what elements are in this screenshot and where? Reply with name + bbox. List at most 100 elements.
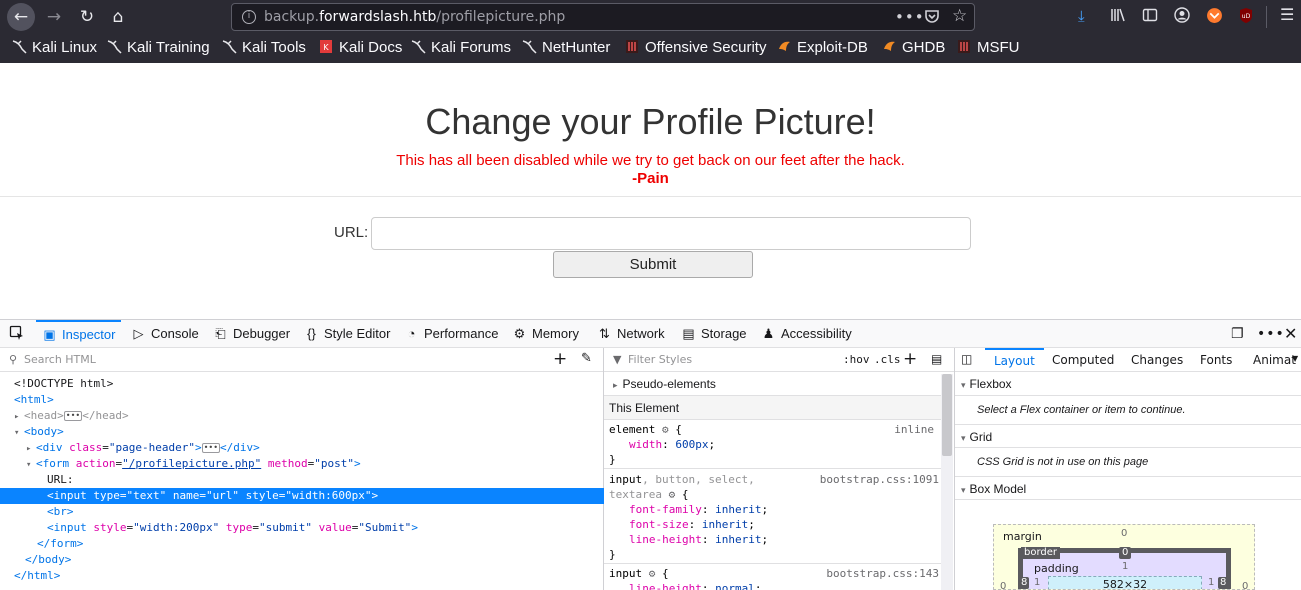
account-icon[interactable]: [1174, 7, 1190, 27]
tab-memory[interactable]: ⚙ Memory: [512, 320, 579, 348]
element-picker-icon[interactable]: [9, 320, 25, 348]
border-right-value[interactable]: 8: [1218, 577, 1229, 589]
markup-line-form-close[interactable]: </form>: [0, 536, 604, 552]
box-model-margin[interactable]: margin 0 0 0 border 0 padding 1 8 8 1 1 …: [993, 524, 1255, 590]
tab-fonts[interactable]: Fonts: [1200, 353, 1232, 367]
rule-font-size[interactable]: font-size: inherit;: [609, 517, 755, 532]
tab-accessibility[interactable]: ♟ Accessibility: [761, 320, 852, 348]
markup-line-input-submit[interactable]: <input style="width:200px" type="submit"…: [0, 520, 604, 536]
expand-triangle-icon[interactable]: ▸: [14, 409, 24, 425]
markup-line-html-close[interactable]: </html>: [0, 568, 604, 584]
grid-section-header[interactable]: ▾ Grid: [955, 424, 1301, 448]
more-options-icon[interactable]: •••: [1257, 326, 1285, 342]
submit-button[interactable]: Submit: [553, 251, 753, 278]
search-html-input[interactable]: Search HTML: [24, 353, 96, 366]
bookmark-msfu[interactable]: MSFU: [957, 39, 1020, 56]
border-top-value[interactable]: 0: [1119, 547, 1132, 559]
page-actions-icon[interactable]: •••: [895, 8, 925, 26]
url-input[interactable]: [371, 217, 971, 250]
bookmark-nethunter[interactable]: NetHunter: [522, 39, 610, 56]
rule-bootstrap-1091[interactable]: input, button, select, bootstrap.css:1091: [609, 472, 939, 487]
bookmark-offensive-security[interactable]: Offensive Security: [625, 39, 766, 56]
add-node-icon[interactable]: +: [553, 349, 567, 369]
filter-styles-input[interactable]: Filter Styles: [628, 353, 692, 366]
reload-button[interactable]: ↻: [73, 3, 101, 31]
markup-line-form[interactable]: ▾ <form action="/profilepicture.php" meth…: [0, 456, 604, 472]
tab-style-editor[interactable]: {} Style Editor: [304, 320, 390, 348]
padding-left-value[interactable]: 1: [1034, 577, 1040, 588]
markup-line-html[interactable]: <html>: [0, 392, 604, 408]
tabs-overflow-icon[interactable]: ▼: [1292, 354, 1298, 363]
bookmark-star-icon[interactable]: ☆: [952, 6, 967, 26]
rule-inline[interactable]: element ⚙ {inline: [609, 422, 939, 437]
bookmark-kali-linux[interactable]: Kali Linux: [12, 39, 97, 56]
tab-storage[interactable]: ▤ Storage: [681, 320, 746, 348]
tab-animations[interactable]: Animat: [1253, 353, 1296, 367]
ublock-icon[interactable]: uD: [1238, 7, 1254, 28]
bookmark-exploit-db[interactable]: Exploit-DB: [777, 39, 868, 56]
collapse-triangle-icon[interactable]: ▾: [26, 457, 36, 473]
hov-toggle[interactable]: :hov: [843, 353, 870, 366]
tab-network[interactable]: ⇅ Network: [597, 320, 665, 348]
collapsed-ellipsis[interactable]: •••: [63, 411, 83, 421]
rules-scrollbar-thumb[interactable]: [942, 374, 952, 456]
address-bar[interactable]: i backup.forwardslash.htb/profilepicture…: [231, 3, 975, 31]
dock-options-icon[interactable]: ❐: [1231, 326, 1244, 342]
downloads-icon[interactable]: ⤓: [1078, 7, 1085, 25]
markup-line-input-selected[interactable]: <input type="text" name="url" style="wid…: [0, 488, 604, 504]
tab-inspector[interactable]: ▣ Inspector: [36, 320, 122, 348]
box-model-border[interactable]: border 0 padding 1 8 8 1 1 582×32: [1018, 547, 1231, 589]
back-button[interactable]: ←: [7, 3, 35, 31]
rule-bootstrap-1091-selector[interactable]: textarea ⚙ {: [609, 487, 688, 502]
markup-line-head[interactable]: ▸ <head> ••• </head>: [0, 408, 604, 424]
add-rule-icon[interactable]: +: [903, 349, 917, 369]
markup-line-body[interactable]: ▾ <body>: [0, 424, 604, 440]
tab-performance[interactable]: ◔ Performance: [404, 320, 499, 348]
tab-computed[interactable]: Computed: [1052, 353, 1114, 367]
rule-line-height[interactable]: line-height: inherit;: [609, 532, 768, 547]
sidebar-icon[interactable]: [1142, 7, 1158, 27]
pseudo-elements-toggle[interactable]: ▸ Pseudo-elements: [604, 372, 942, 396]
border-left-value[interactable]: 8: [1019, 577, 1030, 589]
markup-line-br[interactable]: <br>: [0, 504, 604, 520]
rule-font-family[interactable]: font-family: inherit;: [609, 502, 768, 517]
markup-line-doctype[interactable]: <!DOCTYPE html>: [0, 376, 604, 392]
markup-line-div[interactable]: ▸ <div class="page-header"> ••• </div>: [0, 440, 604, 456]
tab-changes[interactable]: Changes: [1131, 353, 1183, 367]
padding-top-value[interactable]: 1: [1122, 561, 1128, 572]
collapse-triangle-icon[interactable]: ▾: [14, 425, 24, 441]
rule-bootstrap-143[interactable]: input ⚙ {bootstrap.css:143: [609, 566, 939, 581]
close-devtools-icon[interactable]: ✕: [1284, 324, 1297, 343]
site-info-icon[interactable]: i: [242, 10, 256, 24]
bookmark-kali-docs[interactable]: K Kali Docs: [319, 39, 402, 56]
box-model-content[interactable]: 582×32: [1048, 576, 1202, 589]
bookmark-kali-training[interactable]: Kali Training: [107, 39, 210, 56]
flexbox-section-header[interactable]: ▾ Flexbox: [955, 372, 1301, 396]
margin-top-value[interactable]: 0: [1121, 528, 1127, 539]
collapsed-ellipsis[interactable]: •••: [201, 443, 221, 453]
eyedropper-icon[interactable]: ✎: [581, 351, 592, 366]
tab-layout[interactable]: Layout: [985, 348, 1044, 372]
box-model-section-header[interactable]: ▾ Box Model: [955, 476, 1301, 500]
bookmark-ghdb[interactable]: GHDB: [882, 39, 945, 56]
menu-icon[interactable]: ☰: [1280, 5, 1294, 24]
forward-button[interactable]: →: [40, 3, 68, 31]
home-button[interactable]: ⌂: [104, 3, 132, 31]
padding-right-value[interactable]: 1: [1208, 577, 1214, 588]
bookmark-kali-tools[interactable]: Kali Tools: [222, 39, 306, 56]
markup-line-text[interactable]: URL:: [0, 472, 604, 488]
expand-triangle-icon[interactable]: ▸: [26, 441, 36, 457]
kali-dragon-icon: [522, 39, 537, 54]
rules-scrollbar[interactable]: [941, 374, 953, 590]
bookmark-kali-forums[interactable]: Kali Forums: [411, 39, 511, 56]
markup-line-body-close[interactable]: </body>: [0, 552, 604, 568]
toggle-pane-icon[interactable]: ◫: [961, 352, 972, 366]
foxyproxy-icon[interactable]: [1206, 7, 1223, 28]
library-icon[interactable]: [1110, 7, 1126, 27]
pocket-icon[interactable]: [924, 8, 940, 28]
cls-toggle[interactable]: .cls: [874, 353, 901, 366]
rule-inline-width[interactable]: width: 600px;: [609, 437, 715, 452]
tab-console[interactable]: ▷ Console: [131, 320, 199, 348]
tab-debugger[interactable]: ⎗ Debugger: [213, 320, 290, 348]
print-media-icon[interactable]: ▤: [931, 352, 942, 366]
